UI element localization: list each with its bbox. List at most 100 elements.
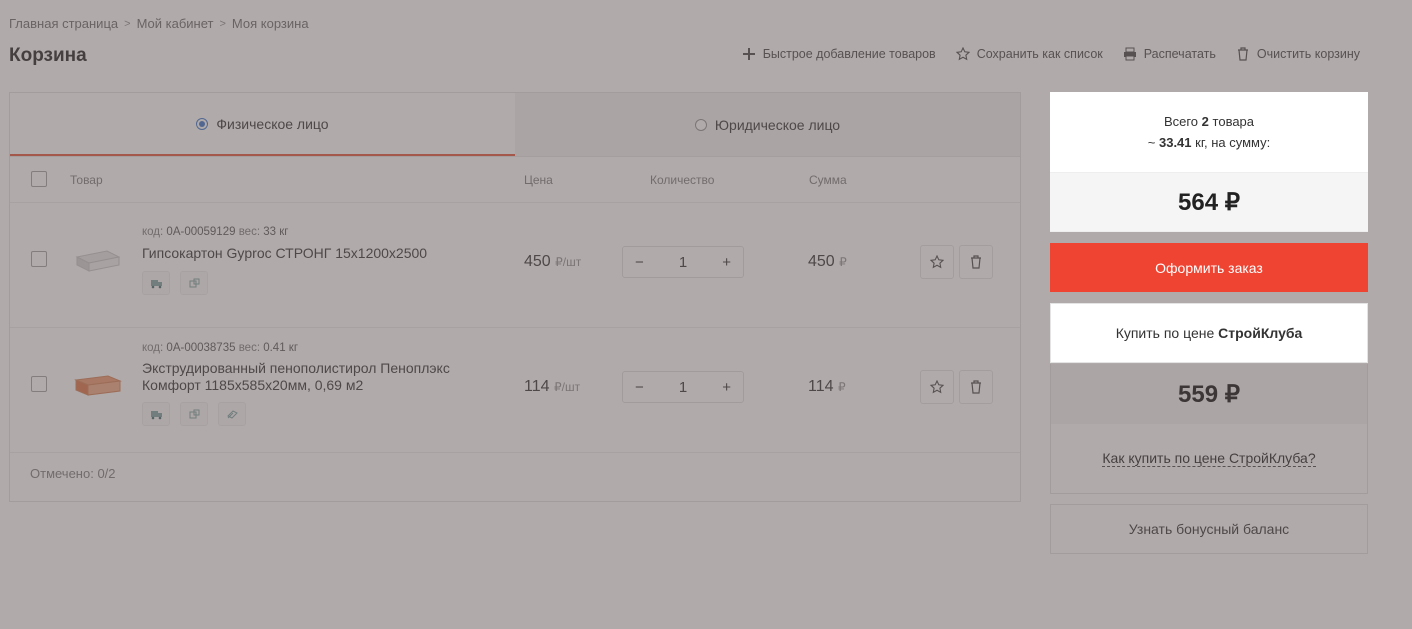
save-list-label: Сохранить как список <box>976 47 1103 61</box>
truck-icon <box>150 410 162 419</box>
row-checkbox[interactable] <box>31 376 47 392</box>
tab-individual[interactable]: Физическое лицо <box>10 93 515 156</box>
row-sum: 450 ₽ <box>808 253 847 271</box>
table-row: код: 0А-00038735 вес: 0.41 кг Экструдиро… <box>10 328 1020 453</box>
summary-highlight: Всего 2 товара ~ 33.41 кг, на сумму: 564… <box>1050 92 1368 364</box>
remove-item-button[interactable] <box>959 245 993 279</box>
pickup-badge[interactable] <box>180 402 208 426</box>
remove-item-button[interactable] <box>959 370 993 404</box>
price-value: 114 <box>524 378 550 395</box>
trash-icon <box>1237 47 1248 61</box>
header-product: Товар <box>70 173 103 187</box>
price-value: 450 <box>524 253 551 270</box>
total-prefix: Всего <box>1163 114 1199 129</box>
qty-plus-button[interactable]: + <box>722 379 731 396</box>
product-price: 450 ₽/шт <box>524 253 581 271</box>
box-icon <box>189 278 199 287</box>
box-icon <box>189 409 199 418</box>
product-price: 114 ₽/шт <box>524 378 580 396</box>
total-suffix: товара <box>1212 114 1255 129</box>
summary-total: 564 ₽ <box>1050 172 1368 232</box>
sum-currency: ₽ <box>839 255 847 269</box>
truck-icon <box>150 279 162 288</box>
select-all-checkbox[interactable] <box>31 171 47 187</box>
print-button[interactable]: Распечатать <box>1123 47 1216 61</box>
radio-selected-icon[interactable] <box>196 117 209 130</box>
delivery-badge[interactable] <box>142 271 170 295</box>
cart-page: Главная страница > Мой кабинет > Моя кор… <box>0 0 1412 629</box>
save-list-button[interactable]: Сохранить как список <box>955 47 1103 61</box>
product-meta: код: 0А-00038735 вес: 0.41 кг <box>142 342 298 354</box>
quantity-stepper[interactable]: − 1 + <box>622 371 744 403</box>
code-label: код: <box>142 226 164 238</box>
product-badges <box>142 402 246 426</box>
club-button-prefix: Купить по цене <box>1115 325 1215 341</box>
qty-minus-button[interactable]: − <box>635 379 644 396</box>
stack-badge[interactable] <box>218 402 246 426</box>
trash-icon <box>971 255 981 269</box>
weight-suffix: кг, на сумму: <box>1195 135 1271 150</box>
club-how-link[interactable]: Как купить по цене СтройКлуба? <box>1102 450 1316 467</box>
quick-add-label: Быстрое добавление товаров <box>762 47 936 61</box>
printer-icon <box>1123 47 1136 61</box>
summary-weight-line: ~ 33.41 кг, на сумму: <box>1148 132 1270 153</box>
club-price-button[interactable]: Купить по цене СтройКлуба <box>1050 303 1368 363</box>
quick-add-button[interactable]: Быстрое добавление товаров <box>742 47 936 61</box>
summary-count-line: Всего 2 товара <box>1164 111 1254 132</box>
qty-value[interactable]: 1 <box>679 379 687 396</box>
header-price: Цена <box>524 173 553 187</box>
product-thumbnail[interactable] <box>72 370 122 400</box>
favorite-button[interactable] <box>920 370 954 404</box>
radio-icon[interactable] <box>694 118 707 131</box>
product-name[interactable]: Экструдированный пенополистирол Пеноплэк… <box>142 360 462 394</box>
delivery-badge[interactable] <box>142 402 170 426</box>
qty-minus-button[interactable]: − <box>635 254 644 271</box>
qty-value[interactable]: 1 <box>679 254 687 271</box>
chevron-right-icon: > <box>219 17 226 30</box>
quantity-stepper[interactable]: − 1 + <box>622 246 744 278</box>
header-quantity: Количество <box>650 173 715 187</box>
print-label: Распечатать <box>1143 47 1216 61</box>
clear-cart-button[interactable]: Очистить корзину <box>1236 47 1360 61</box>
tab-legal-label: Юридическое лицо <box>714 116 841 133</box>
pickup-badge[interactable] <box>180 271 208 295</box>
product-weight: 0.41 кг <box>263 342 299 354</box>
club-price: 559 ₽ <box>1050 364 1368 424</box>
total-weight: 33.41 <box>1158 135 1192 150</box>
product-meta: код: 0А-00059129 вес: 33 кг <box>142 226 288 238</box>
breadcrumb-cabinet[interactable]: Мой кабинет <box>137 16 214 31</box>
product-code: 0А-00038735 <box>166 342 236 354</box>
table-header: Товар Цена Количество Сумма <box>10 157 1020 203</box>
chevron-right-icon: > <box>124 17 131 30</box>
qty-plus-button[interactable]: + <box>722 254 731 271</box>
star-icon <box>930 380 944 394</box>
breadcrumb-current: Моя корзина <box>231 16 309 31</box>
summary-header: Всего 2 товара ~ 33.41 кг, на сумму: <box>1050 92 1368 172</box>
product-weight: 33 кг <box>263 226 289 238</box>
weight-label: вес: <box>238 226 261 238</box>
checkout-button[interactable]: Оформить заказ <box>1050 243 1368 292</box>
product-code: 0А-00059129 <box>166 226 236 238</box>
tab-legal[interactable]: Юридическое лицо <box>515 93 1020 156</box>
page-title: Корзина <box>9 45 87 66</box>
breadcrumb-home[interactable]: Главная страница <box>9 16 118 31</box>
layers-icon <box>226 409 238 419</box>
code-label: код: <box>142 342 164 354</box>
product-name[interactable]: Гипсокартон Gyproc СТРОНГ 15х1200х2500 <box>142 245 462 262</box>
weight-prefix: ~ <box>1147 135 1156 150</box>
star-icon <box>955 47 970 61</box>
club-how-link-container: Как купить по цене СтройКлуба? <box>1050 424 1368 494</box>
selected-value: 0/2 <box>97 466 116 481</box>
star-icon <box>930 255 944 269</box>
plus-icon <box>742 48 755 60</box>
selected-label: Отмечено: <box>30 466 94 481</box>
product-thumbnail[interactable] <box>72 245 122 275</box>
clear-cart-label: Очистить корзину <box>1256 47 1360 61</box>
row-checkbox[interactable] <box>31 251 47 267</box>
favorite-button[interactable] <box>920 245 954 279</box>
cart-panel: Физическое лицо Юридическое лицо Товар Ц… <box>9 92 1021 502</box>
sum-currency: ₽ <box>837 380 846 394</box>
selected-count: Отмечено: 0/2 <box>30 466 116 481</box>
bonus-balance-button[interactable]: Узнать бонусный баланс <box>1050 504 1368 554</box>
row-sum: 114 ₽ <box>808 378 846 396</box>
